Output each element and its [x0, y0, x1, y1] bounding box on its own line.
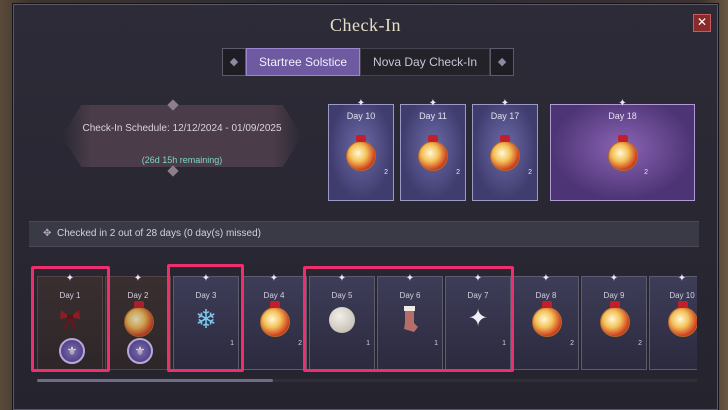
reward-quantity: 2 [570, 340, 574, 347]
day-label: Day 1 [59, 291, 81, 300]
milestone-card[interactable]: ✦ Day 17 2 [472, 99, 538, 201]
day-card[interactable]: ✦ Day 6 1 [377, 273, 443, 370]
close-button[interactable]: ✕ [693, 14, 711, 32]
tab-startree-solstice[interactable]: Startree Solstice [246, 48, 361, 76]
sparkle-icon: ✦ [337, 273, 347, 284]
tab-right-edge-icon: ◆ [490, 48, 515, 76]
diamond-ornament-icon [167, 165, 179, 177]
claimed-check-icon: ⚜ [59, 338, 85, 364]
day-label: Day 8 [535, 291, 557, 300]
reward-quantity: 2 [456, 169, 460, 176]
milestone-card[interactable]: ✦ Day 10 2 [328, 99, 394, 201]
milestone-card[interactable]: ✦ Day 11 2 [400, 99, 466, 201]
sparkle-icon: ✦ [473, 273, 483, 284]
reward-quantity: 1 [230, 340, 234, 347]
day-label: Day 7 [467, 291, 489, 300]
reward-quantity: 2 [638, 340, 642, 347]
ornament-icon [608, 135, 638, 171]
day-label: Day 6 [399, 291, 421, 300]
day-card[interactable]: ✦ Day 9 2 [581, 273, 647, 370]
reward-quantity: 2 [528, 169, 532, 176]
sparkle-icon: ✦ [609, 273, 619, 284]
claimed-check-icon: ⚜ [127, 338, 153, 364]
day-card[interactable]: ✦ Day 8 2 [513, 273, 579, 370]
reward-quantity: 1 [366, 340, 370, 347]
sparkle-icon: ✦ [356, 98, 366, 109]
day-card[interactable]: ✦ Day 7 ✦ 1 [445, 273, 511, 370]
sparkle-icon: ✦ [133, 273, 143, 284]
schedule-panel: Check-In Schedule: 12/12/2024 - 01/09/20… [62, 105, 302, 167]
day-label: Day 5 [331, 291, 353, 300]
ornament-icon [418, 135, 448, 171]
sparkle-icon: ✦ [405, 273, 415, 284]
schedule-remaining: (26d 15h remaining) [141, 155, 223, 165]
window-title: Check-In [330, 15, 401, 35]
reward-quantity: 1 [502, 340, 506, 347]
day-label: Day 9 [603, 291, 625, 300]
milestone-card-large[interactable]: ✦ Day 18 2 [550, 99, 695, 201]
stocking-icon [404, 306, 418, 332]
reward-quantity: 2 [298, 340, 302, 347]
day-label: Day 4 [263, 291, 285, 300]
ornament-icon [668, 301, 697, 337]
strip-scrollbar-thumb[interactable] [37, 379, 273, 382]
ornament-icon [600, 301, 630, 337]
reward-quantity: 2 [644, 169, 648, 176]
ornament-icon [346, 135, 376, 171]
ornament-icon [532, 301, 562, 337]
day-label: Day 10 [669, 291, 695, 300]
daily-reward-strip: ✦ Day 1 ⚜ ✦ Day 2 ⚜ ✦ Day 3 ❄ 1 ✦ Day 4 … [29, 268, 697, 376]
snowflake-icon: ❄ [195, 304, 217, 334]
day-card[interactable]: ✦ Day 10 2 [649, 273, 697, 370]
milestone-day-label: Day 11 [419, 111, 447, 121]
event-tabs: ◆ Startree Solstice Nova Day Check-In ◆ [222, 47, 515, 77]
tab-left-edge-icon: ◆ [222, 48, 246, 76]
day-card[interactable]: ✦ Day 2 ⚜ [105, 273, 171, 370]
ornament-icon [260, 301, 290, 337]
sparkle-icon: ✦ [269, 273, 279, 284]
reward-quantity: 2 [384, 169, 388, 176]
sparkle-icon: ✦ [541, 273, 551, 284]
milestone-day-label: Day 10 [346, 111, 376, 121]
check-in-status-bar: ✥ Checked in 2 out of 28 days (0 day(s) … [29, 221, 699, 247]
sparkle-icon: ✦ [65, 273, 75, 284]
sparkle-icon: ✦ [428, 98, 438, 109]
sparkle-icon: ✦ [201, 273, 211, 284]
close-icon: ✕ [696, 15, 708, 29]
day-card[interactable]: ✦ Day 1 ⚜ [37, 273, 103, 370]
sparkle-icon: ✦ [500, 98, 510, 109]
fleur-icon: ✥ [43, 228, 52, 239]
check-in-status-text: Checked in 2 out of 28 days (0 day(s) mi… [57, 228, 261, 239]
day-label: Day 3 [195, 291, 217, 300]
day-label: Day 2 [127, 291, 149, 300]
star-icon: ✦ [467, 305, 489, 332]
ornament-icon [490, 135, 520, 171]
schedule-dates: Check-In Schedule: 12/12/2024 - 01/09/20… [82, 123, 282, 134]
moon-orb-icon [329, 307, 355, 333]
milestone-day-label: Day 17 [490, 111, 520, 121]
ornament-icon [124, 301, 154, 337]
day-card[interactable]: ✦ Day 5 1 [309, 273, 375, 370]
day-card[interactable]: ✦ Day 3 ❄ 1 [173, 273, 239, 370]
gift-bow-icon [60, 310, 80, 330]
tab-nova-day-check-in[interactable]: Nova Day Check-In [360, 48, 491, 76]
sparkle-icon: ✦ [618, 98, 627, 109]
check-in-window: Check-In ✕ ◆ Startree Solstice Nova Day … [13, 4, 718, 410]
day-card[interactable]: ✦ Day 4 2 [241, 273, 307, 370]
milestone-day-label: Day 18 [608, 111, 637, 121]
reward-quantity: 1 [434, 340, 438, 347]
sparkle-icon: ✦ [677, 273, 687, 284]
